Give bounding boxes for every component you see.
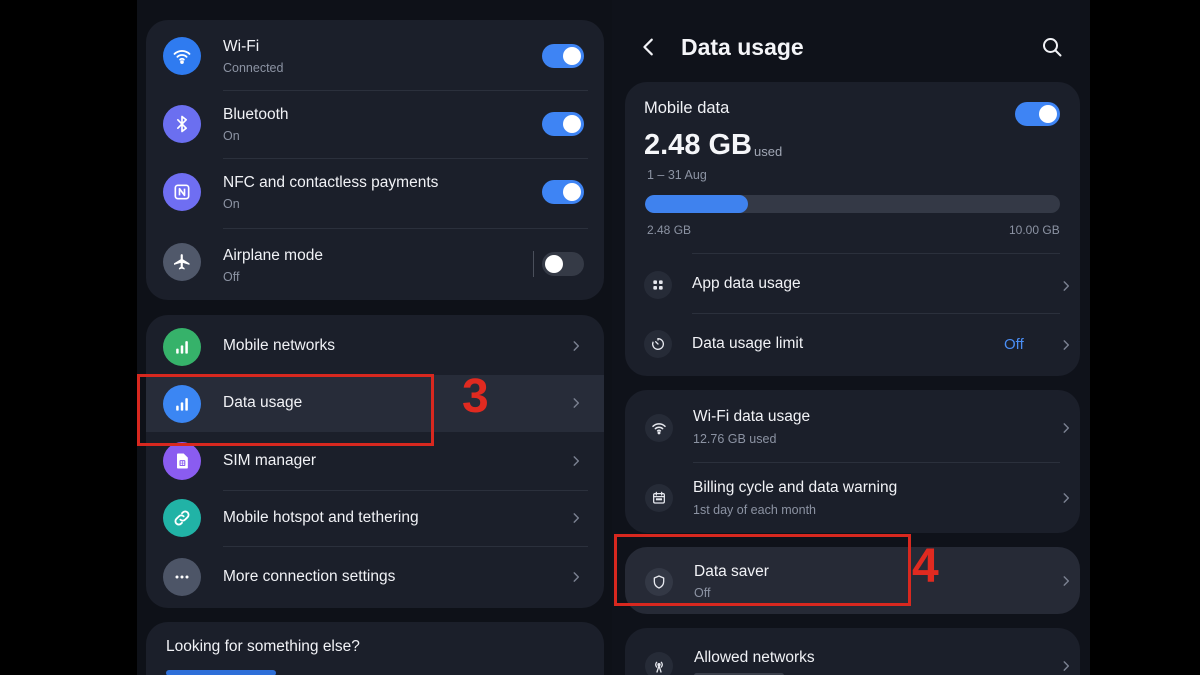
- wifi-row[interactable]: Wi-Fi Connected: [146, 20, 604, 90]
- chevron-right-icon: [1059, 279, 1073, 293]
- data-used-amount: 2.48 GB: [644, 129, 752, 161]
- bluetooth-row[interactable]: Bluetooth On: [146, 90, 604, 158]
- search-icon[interactable]: [1040, 35, 1064, 59]
- more-dots-icon: [163, 558, 201, 596]
- sim-manager-title: SIM manager: [223, 452, 317, 469]
- more-connection-settings-row[interactable]: More connection settings: [146, 546, 604, 608]
- airplane-mode-status: Off: [223, 270, 240, 284]
- bluetooth-icon: [163, 105, 201, 143]
- wifi-icon: [163, 37, 201, 75]
- apps-grid-icon: [644, 271, 672, 299]
- mobile-hotspot-row[interactable]: Mobile hotspot and tethering: [146, 490, 604, 546]
- airplane-mode-row[interactable]: Airplane mode Off: [146, 228, 604, 300]
- wifi-data-usage-row[interactable]: Wi-Fi data usage 12.76 GB used: [625, 390, 1080, 462]
- mobile-hotspot-title: Mobile hotspot and tethering: [223, 509, 419, 526]
- annotation-label-step-4: 4: [912, 540, 939, 593]
- app-data-usage-title: App data usage: [692, 275, 801, 292]
- looking-title: Looking for something else?: [166, 638, 360, 655]
- allowed-networks-card[interactable]: Allowed networks: [625, 628, 1080, 675]
- link-icon: [163, 499, 201, 537]
- wifi-icon: [645, 414, 673, 442]
- data-usage-limit-row[interactable]: Data usage limit Off: [625, 313, 1080, 376]
- chevron-right-icon: [1059, 421, 1073, 435]
- airplane-icon: [163, 243, 201, 281]
- progress-max-label: 10.00 GB: [1009, 223, 1060, 237]
- wifi-billing-card: Wi-Fi data usage 12.76 GB used Billing c…: [625, 390, 1080, 533]
- billing-cycle-sub: 1st day of each month: [693, 503, 816, 517]
- bluetooth-status: On: [223, 129, 240, 143]
- nfc-row[interactable]: NFC and contactless payments On: [146, 158, 604, 228]
- annotation-box-step-4: [614, 534, 911, 606]
- mobile-networks-row[interactable]: Mobile networks: [146, 315, 604, 375]
- back-arrow-icon[interactable]: [638, 35, 660, 59]
- looking-link-placeholder[interactable]: [166, 670, 276, 675]
- annotation-label-step-3: 3: [462, 370, 489, 423]
- data-used-suffix: used: [754, 144, 783, 159]
- airplane-mode-title: Airplane mode: [223, 247, 323, 264]
- mobile-data-card: Mobile data 2.48 GB used 1 – 31 Aug 2.48…: [625, 82, 1080, 376]
- looking-for-something-card: Looking for something else?: [146, 622, 604, 675]
- connections-toggle-card: Wi-Fi Connected Bluetooth On NFC and con…: [146, 20, 604, 300]
- bluetooth-toggle[interactable]: [542, 112, 584, 136]
- billing-cycle-title: Billing cycle and data warning: [693, 479, 898, 496]
- wifi-toggle[interactable]: [542, 44, 584, 68]
- chevron-right-icon: [1059, 338, 1073, 352]
- chevron-right-icon: [569, 511, 583, 525]
- nfc-status: On: [223, 197, 240, 211]
- connections-settings-screen: Wi-Fi Connected Bluetooth On NFC and con…: [137, 0, 612, 675]
- chevron-right-icon: [569, 454, 583, 468]
- chevron-right-icon: [569, 396, 583, 410]
- mobile-data-label: Mobile data: [644, 99, 730, 117]
- timer-icon: [644, 330, 672, 358]
- cell-tower-icon: [645, 652, 673, 675]
- data-usage-progress-fill: [645, 195, 748, 213]
- mobile-networks-title: Mobile networks: [223, 337, 335, 354]
- more-connection-settings-title: More connection settings: [223, 568, 396, 585]
- data-usage-limit-value: Off: [1004, 336, 1024, 353]
- data-usage-progress-bar: [645, 195, 1060, 213]
- connections-menu-card: Mobile networks Data usage SIM manager M…: [146, 315, 604, 608]
- airplane-mode-toggle[interactable]: [542, 252, 584, 276]
- chevron-right-icon: [569, 570, 583, 584]
- sim-card-icon: [163, 442, 201, 480]
- nfc-title: NFC and contactless payments: [223, 174, 439, 191]
- app-data-usage-row[interactable]: App data usage: [625, 253, 1080, 313]
- bluetooth-title: Bluetooth: [223, 106, 289, 123]
- billing-cycle-row[interactable]: Billing cycle and data warning 1st day o…: [625, 462, 1080, 533]
- nfc-toggle[interactable]: [542, 180, 584, 204]
- calendar-icon: [645, 484, 673, 512]
- progress-min-label: 2.48 GB: [647, 223, 692, 237]
- annotation-box-step-3: [137, 374, 434, 446]
- wifi-data-usage-sub: 12.76 GB used: [693, 432, 777, 446]
- chevron-right-icon: [569, 339, 583, 353]
- chevron-right-icon: [1059, 659, 1073, 673]
- signal-bars-icon: [163, 328, 201, 366]
- allowed-networks-title: Allowed networks: [694, 649, 815, 666]
- wifi-title: Wi-Fi: [223, 38, 260, 55]
- wifi-status: Connected: [223, 61, 284, 75]
- wifi-data-usage-title: Wi-Fi data usage: [693, 408, 811, 425]
- mobile-data-toggle[interactable]: [1015, 102, 1060, 126]
- billing-period: 1 – 31 Aug: [647, 168, 707, 182]
- chevron-right-icon: [1059, 491, 1073, 505]
- nfc-icon: [163, 173, 201, 211]
- chevron-right-icon: [1059, 574, 1073, 588]
- data-usage-limit-title: Data usage limit: [692, 335, 804, 352]
- page-title: Data usage: [681, 34, 804, 60]
